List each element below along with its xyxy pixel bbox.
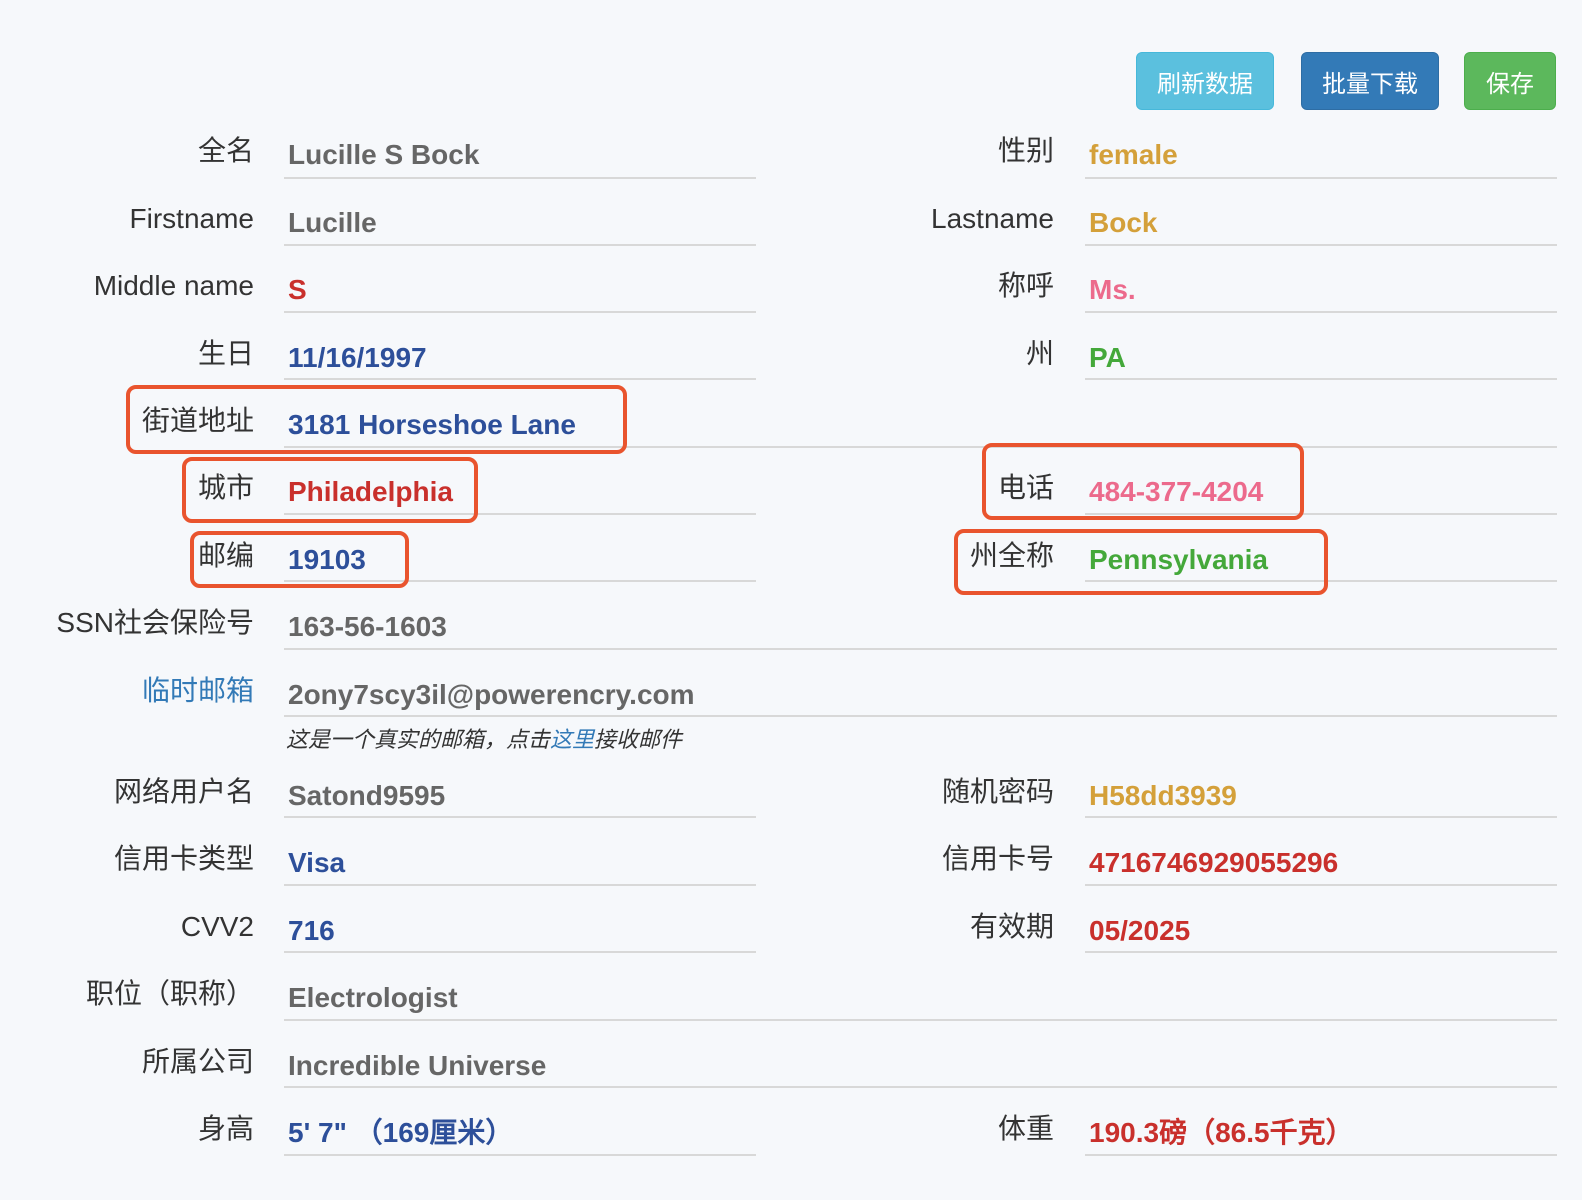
email-note: 这是一个真实的邮箱，点击这里接收邮件 [286,722,682,754]
temp-email-value[interactable]: 2ony7scy3il@powerencry.com [288,678,695,712]
cvv2-underline [284,951,756,953]
refresh-data-button[interactable]: 刷新数据 [1136,52,1274,110]
batch-download-button[interactable]: 批量下载 [1301,52,1439,110]
lastname-label: Lastname [931,203,1054,234]
middle-name-value[interactable]: S [288,273,307,307]
full-name-label: 全名 [197,135,254,166]
firstname-value[interactable]: Lucille [288,206,377,240]
ssn-underline [284,648,1557,650]
username-underline [284,816,756,818]
birthday-underline [284,378,756,380]
weight-value[interactable]: 190.3磅（86.5千克） [1089,1116,1354,1150]
company-value[interactable]: Incredible Universe [288,1049,546,1083]
expiry-label: 有效期 [969,911,1054,942]
cvv2-value[interactable]: 716 [288,914,335,948]
height-underline [284,1154,756,1156]
full-name-underline [284,177,756,179]
card-number-label: 信用卡号 [941,843,1054,874]
lastname-underline [1085,244,1557,246]
ssn-label: SSN社会保险号 [56,607,254,638]
company-underline [284,1086,1557,1088]
company-label: 所属公司 [141,1046,254,1077]
title-label: 称呼 [997,270,1054,301]
middle-name-label: Middle name [93,270,254,301]
card-number-underline [1085,884,1557,886]
password-label: 随机密码 [941,776,1054,807]
gender-label: 性别 [997,135,1054,166]
state-value[interactable]: PA [1089,341,1126,375]
password-value[interactable]: H58dd3939 [1089,779,1237,813]
email-note-text: 这是一个真实的邮箱，点击 [286,728,551,753]
password-underline [1085,816,1557,818]
firstname-label: Firstname [129,203,254,234]
state-underline [1085,378,1557,380]
height-value[interactable]: 5' 7" （169厘米） [288,1116,513,1150]
state-label: 州 [1025,338,1054,369]
annotation-box-city [182,457,478,523]
height-label: 身高 [197,1113,254,1144]
job-underline [284,1019,1557,1021]
lastname-value[interactable]: Bock [1089,206,1157,240]
username-value[interactable]: Satond9595 [288,779,445,813]
title-underline [1085,311,1557,313]
ssn-value[interactable]: 163-56-1603 [288,610,447,644]
gender-underline [1085,177,1557,179]
firstname-underline [284,244,756,246]
card-type-value[interactable]: Visa [288,846,345,880]
weight-label: 体重 [997,1113,1054,1144]
email-note-text-end: 接收邮件 [594,728,683,753]
annotation-box-zip [190,531,409,588]
annotation-box-phone [982,443,1304,520]
cvv2-label: CVV2 [180,911,254,942]
expiry-value[interactable]: 05/2025 [1089,914,1190,948]
username-label: 网络用户名 [113,776,254,807]
job-label: 职位（职称） [85,978,254,1009]
birthday-value[interactable]: 11/16/1997 [288,341,427,375]
middle-name-underline [284,311,756,313]
email-note-link[interactable]: 这里 [550,728,594,753]
temp-email-label-link[interactable]: 临时邮箱 [142,674,254,708]
card-type-underline [284,884,756,886]
gender-value[interactable]: female [1089,138,1178,172]
expiry-underline [1085,951,1557,953]
annotation-box-street [126,385,627,454]
card-number-value[interactable]: 4716746929055296 [1089,846,1338,880]
save-button[interactable]: 保存 [1464,52,1556,110]
job-value[interactable]: Electrologist [288,981,458,1015]
annotation-box-state-full [954,529,1328,595]
temp-email-underline [284,715,1557,717]
weight-underline [1085,1154,1557,1156]
full-name-value[interactable]: Lucille S Bock [288,138,479,172]
title-value[interactable]: Ms. [1089,273,1136,307]
birthday-label: 生日 [197,338,254,369]
card-type-label: 信用卡类型 [113,843,254,874]
